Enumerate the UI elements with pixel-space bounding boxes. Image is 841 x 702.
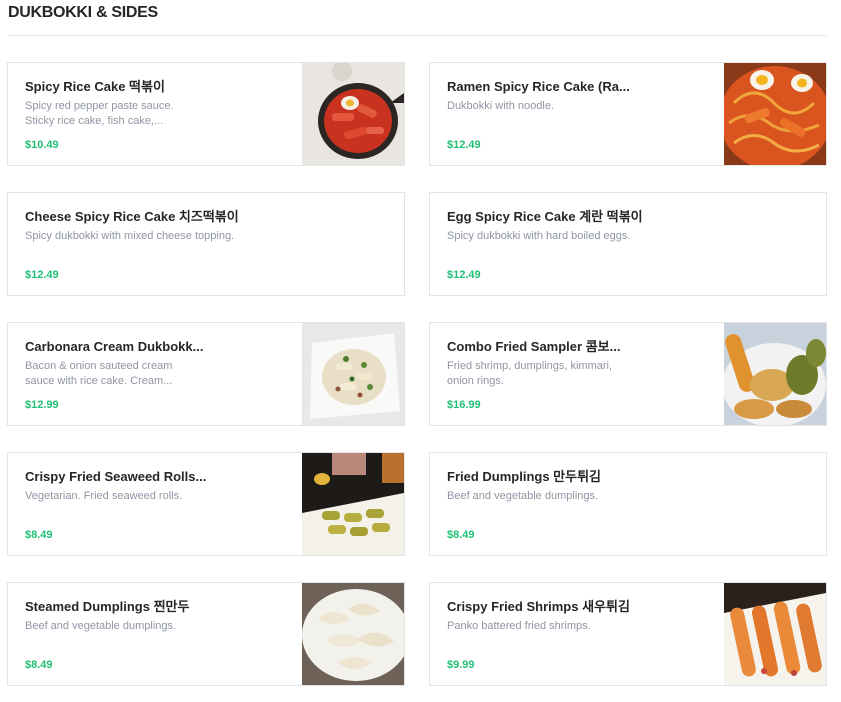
item-description: Panko battered fried shrimps. xyxy=(447,620,591,632)
item-price: $8.49 xyxy=(25,659,53,671)
menu-item-card[interactable]: Crispy Fried Seaweed Rolls... Vegetarian… xyxy=(7,452,405,556)
item-photo xyxy=(302,63,404,165)
menu-item-card[interactable]: Egg Spicy Rice Cake 계란 떡볶이 Spicy dukbokk… xyxy=(429,192,827,296)
item-name: Cheese Spicy Rice Cake 치즈떡볶이 xyxy=(25,209,239,224)
section-title: DUKBOKKI & SIDES xyxy=(8,4,158,21)
menu-item-card[interactable]: Fried Dumplings 만두튀김 Beef and vegetable … xyxy=(429,452,827,556)
item-name: Egg Spicy Rice Cake 계란 떡볶이 xyxy=(447,209,643,224)
item-photo xyxy=(302,323,404,425)
item-name: Steamed Dumplings 찐만두 xyxy=(25,599,190,614)
item-price: $8.49 xyxy=(25,529,53,541)
item-description: Beef and vegetable dumplings. xyxy=(447,490,599,502)
item-price: $12.49 xyxy=(25,269,59,281)
item-price: $10.49 xyxy=(25,139,59,151)
item-name: Crispy Fried Shrimps 새우튀김 xyxy=(447,599,630,614)
menu-item-card[interactable]: Steamed Dumplings 찐만두 Beef and vegetable… xyxy=(7,582,405,686)
item-name: Combo Fried Sampler 콤보... xyxy=(447,339,621,354)
menu-item-card[interactable]: Cheese Spicy Rice Cake 치즈떡볶이 Spicy dukbo… xyxy=(7,192,405,296)
item-photo xyxy=(724,63,826,165)
item-description: Vegetarian. Fried seaweed rolls. xyxy=(25,490,183,502)
menu-item-card[interactable]: Combo Fried Sampler 콤보... Fried shrimp, … xyxy=(429,322,827,426)
item-name: Ramen Spicy Rice Cake (Ra... xyxy=(447,79,630,94)
menu-item-card[interactable]: Spicy Rice Cake 떡볶이 Spicy red pepper pas… xyxy=(7,62,405,166)
menu-item-card[interactable]: Crispy Fried Shrimps 새우튀김 Panko battered… xyxy=(429,582,827,686)
item-name: Fried Dumplings 만두튀김 xyxy=(447,469,602,484)
item-price: $12.49 xyxy=(447,269,481,281)
item-price: $12.99 xyxy=(25,399,59,411)
item-description: Spicy dukbokki with hard boiled eggs. xyxy=(447,230,631,242)
item-price: $16.99 xyxy=(447,399,481,411)
item-price: $12.49 xyxy=(447,139,481,151)
item-description: Spicy dukbokki with mixed cheese topping… xyxy=(25,230,235,242)
item-description: Beef and vegetable dumplings. xyxy=(25,620,177,632)
item-photo xyxy=(302,583,404,685)
item-description: Spicy red pepper paste sauce. Sticky ric… xyxy=(25,100,174,127)
item-photo xyxy=(724,323,826,425)
item-name: Carbonara Cream Dukbokk... xyxy=(25,339,204,354)
item-photo xyxy=(302,453,404,555)
menu-grid: Spicy Rice Cake 떡볶이 Spicy red pepper pas… xyxy=(7,62,827,686)
section-divider xyxy=(8,35,827,36)
item-name: Spicy Rice Cake 떡볶이 xyxy=(25,79,165,94)
item-name: Crispy Fried Seaweed Rolls... xyxy=(25,469,207,484)
menu-item-card[interactable]: Carbonara Cream Dukbokk... Bacon & onion… xyxy=(7,322,405,426)
item-description: Dukbokki with noodle. xyxy=(447,100,555,112)
item-description: Bacon & onion sauteed cream sauce with r… xyxy=(25,360,173,387)
item-description: Fried shrimp, dumplings, kimmari, onion … xyxy=(447,360,613,387)
item-price: $9.99 xyxy=(447,659,475,671)
item-price: $8.49 xyxy=(447,529,475,541)
menu-item-card[interactable]: Ramen Spicy Rice Cake (Ra... Dukbokki wi… xyxy=(429,62,827,166)
item-photo xyxy=(724,583,826,685)
